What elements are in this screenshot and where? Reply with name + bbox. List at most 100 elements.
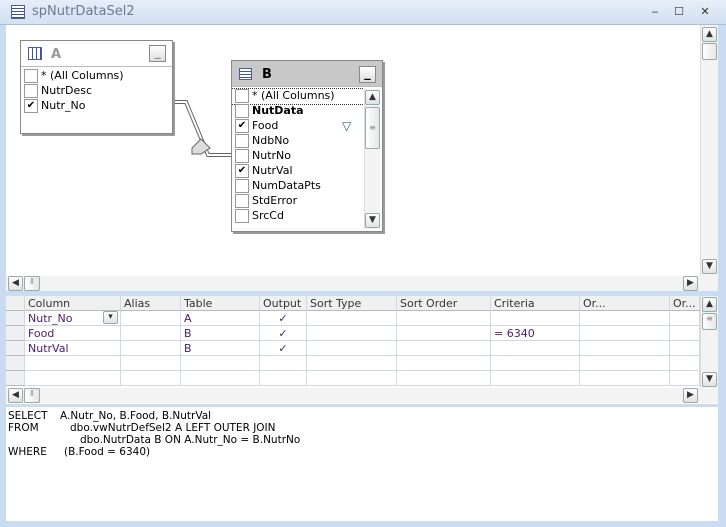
grid-cell[interactable] — [670, 311, 700, 326]
grid-cell[interactable] — [491, 356, 580, 371]
minimize-button[interactable]: ‒ — [646, 5, 664, 19]
grid-cell[interactable] — [580, 371, 670, 386]
grid-cell[interactable] — [580, 311, 670, 326]
checkbox[interactable]: ✔ — [235, 119, 249, 133]
scroll-thumb[interactable] — [702, 43, 717, 60]
diagram-hscrollbar[interactable]: ◀ ⦀ ▶ — [6, 276, 718, 291]
chevron-down-icon[interactable]: ▾ — [103, 311, 118, 324]
column-header[interactable]: Alias — [121, 296, 181, 311]
grid-cell[interactable]: Nutr_No ▾ — [25, 311, 121, 326]
grid-cell[interactable]: = 6340 — [491, 326, 580, 341]
grid-cell[interactable] — [580, 326, 670, 341]
grid-cell[interactable] — [121, 326, 181, 341]
maximize-button[interactable]: ☐ — [670, 5, 688, 19]
column-item[interactable]: NutrNo — [232, 149, 364, 164]
grid-cell[interactable] — [25, 356, 121, 371]
grid-cell[interactable] — [307, 371, 397, 386]
scroll-thumb[interactable]: ⦀ — [24, 276, 40, 291]
checkbox[interactable] — [235, 104, 249, 118]
grid-cell[interactable] — [397, 311, 491, 326]
grid-cell[interactable] — [307, 326, 397, 341]
checkbox[interactable]: ✔ — [24, 99, 38, 113]
row-selector[interactable] — [6, 341, 25, 356]
grid-cell[interactable] — [260, 356, 307, 371]
close-button[interactable]: ✕ — [696, 5, 714, 19]
column-header[interactable]: Output — [260, 296, 307, 311]
checkbox[interactable] — [235, 194, 249, 208]
scroll-right-icon[interactable]: ▶ — [683, 388, 698, 403]
diagram-vscrollbar[interactable]: ▲ ▼ — [700, 25, 718, 276]
column-header[interactable]: Or... — [670, 296, 700, 311]
grid-cell[interactable] — [121, 356, 181, 371]
scroll-up-icon[interactable]: ▲ — [702, 27, 717, 42]
column-item[interactable]: ✔ Food ▽ — [232, 119, 364, 134]
grid-cell[interactable]: ✓ — [260, 341, 307, 356]
row-selector[interactable] — [6, 311, 25, 326]
checkbox[interactable] — [235, 179, 249, 193]
scroll-down-icon[interactable]: ▼ — [702, 259, 717, 274]
column-item[interactable]: NdbNo — [232, 134, 364, 149]
grid-cell[interactable] — [260, 371, 307, 386]
scroll-left-icon[interactable]: ◀ — [8, 276, 23, 291]
column-header[interactable]: Column — [25, 296, 121, 311]
column-header[interactable]: Criteria — [491, 296, 580, 311]
grid-cell[interactable] — [307, 341, 397, 356]
diagram-pane[interactable]: A _ * (All Columns) NutrDesc ✔ Nutr_No B … — [6, 25, 718, 291]
column-item[interactable]: NumDataPts — [232, 179, 364, 194]
sql-pane[interactable]: SELECT A.Nutr_No, B.Food, B.NutrVal FROM db… — [6, 407, 718, 521]
grid-cell[interactable] — [670, 341, 700, 356]
checkbox[interactable] — [235, 209, 249, 223]
grid-cell[interactable]: B — [181, 341, 260, 356]
scroll-right-icon[interactable]: ▶ — [683, 276, 698, 291]
grid-hscrollbar[interactable]: ◀ ⦀ ▶ — [6, 388, 718, 403]
column-item[interactable]: SrcCd — [232, 209, 364, 224]
checkbox[interactable] — [24, 84, 38, 98]
checkbox[interactable] — [24, 69, 38, 83]
grid-cell[interactable] — [25, 371, 121, 386]
scroll-up-icon[interactable]: ▲ — [365, 90, 380, 105]
column-header[interactable]: Or... — [580, 296, 670, 311]
grid-cell[interactable] — [181, 356, 260, 371]
scroll-thumb[interactable]: ⦀ — [24, 388, 40, 403]
table-a-box[interactable]: A _ * (All Columns) NutrDesc ✔ Nutr_No — [20, 40, 173, 134]
column-item[interactable]: ✔ NutrVal — [232, 164, 364, 179]
column-item[interactable]: NutrDesc — [21, 84, 172, 99]
grid-cell[interactable] — [491, 311, 580, 326]
row-selector[interactable] — [6, 326, 25, 341]
table-b-header[interactable]: B _ — [232, 61, 382, 87]
grid-cell[interactable] — [491, 371, 580, 386]
scroll-down-icon[interactable]: ▼ — [702, 372, 717, 387]
grid-cell[interactable] — [491, 341, 580, 356]
row-selector[interactable] — [6, 371, 25, 386]
grid-cell[interactable] — [670, 326, 700, 341]
table-a-minimize-button[interactable]: _ — [149, 45, 166, 62]
checkbox[interactable] — [235, 89, 249, 103]
grid-cell[interactable] — [670, 356, 700, 371]
column-item[interactable]: StdError — [232, 194, 364, 209]
grid-cell[interactable] — [670, 371, 700, 386]
table-b-box[interactable]: B _ * (All Columns) NutData ✔ Food ▽ NdbNo… — [231, 60, 383, 232]
grid-cell[interactable] — [397, 356, 491, 371]
column-header[interactable]: Sort Type — [307, 296, 397, 311]
checkbox[interactable] — [235, 149, 249, 163]
grid-cell[interactable] — [307, 311, 397, 326]
grid-cell[interactable] — [121, 341, 181, 356]
column-header[interactable]: Table — [181, 296, 260, 311]
grid-cell[interactable]: B — [181, 326, 260, 341]
table-b-scrollbar[interactable]: ▲ ≡ ▼ — [364, 89, 380, 229]
table-b-minimize-button[interactable]: _ — [359, 66, 376, 83]
grid-cell[interactable] — [121, 311, 181, 326]
grid-cell[interactable]: Food — [25, 326, 121, 341]
scroll-thumb[interactable]: ≡ — [702, 313, 717, 330]
grid-cell[interactable] — [397, 341, 491, 356]
row-selector[interactable] — [6, 356, 25, 371]
scroll-up-icon[interactable]: ▲ — [702, 297, 717, 312]
grid-cell[interactable]: ✓ — [260, 311, 307, 326]
checkbox[interactable] — [235, 134, 249, 148]
grid-vscrollbar[interactable]: ▲ ≡ ▼ — [700, 296, 718, 388]
table-a-header[interactable]: A _ — [21, 41, 172, 67]
grid-cell[interactable] — [580, 341, 670, 356]
grid-cell[interactable]: ✓ — [260, 326, 307, 341]
column-item[interactable]: ✔ Nutr_No — [21, 99, 172, 114]
grid-cell[interactable] — [397, 326, 491, 341]
